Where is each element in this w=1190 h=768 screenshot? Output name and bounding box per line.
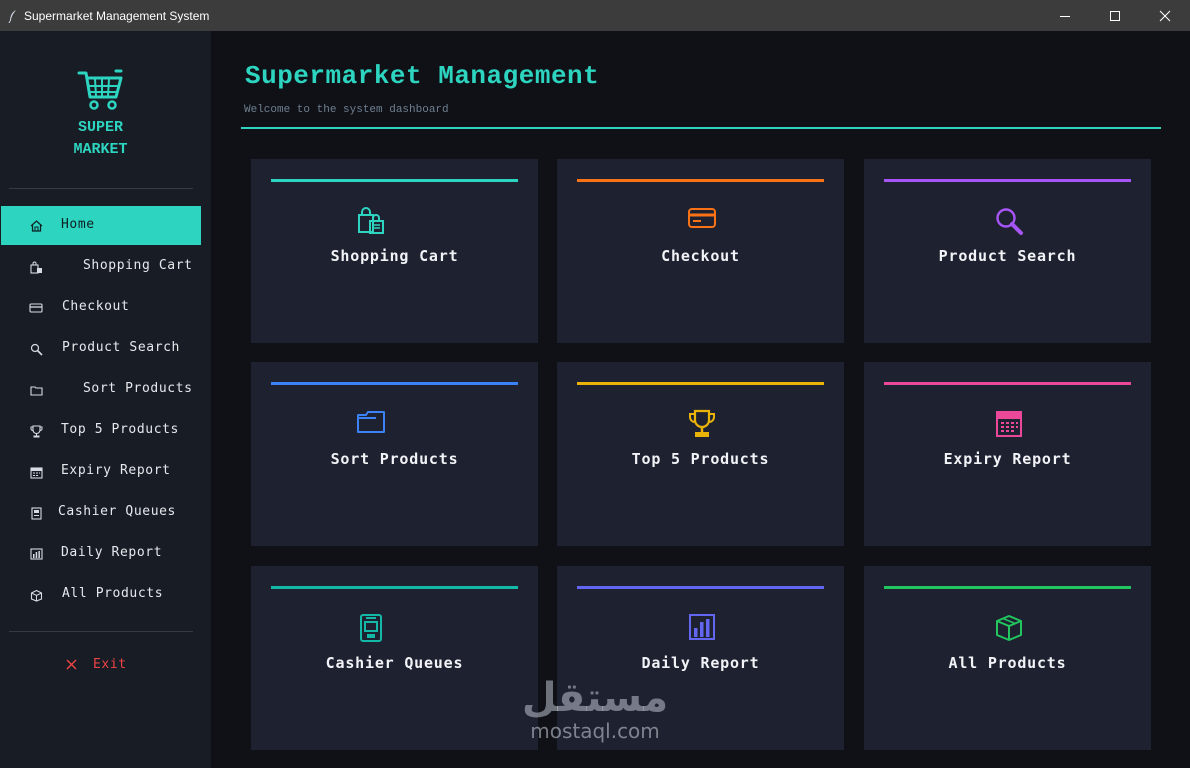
folder-icon (251, 409, 491, 435)
exit-button[interactable]: Exit (66, 657, 127, 672)
card-accent-bar (884, 382, 1131, 385)
sidebar-item-label: Cashier Queues (58, 504, 176, 519)
sidebar-item-label: Checkout (62, 299, 130, 314)
credit-card-icon (582, 206, 822, 230)
card-expiry-report[interactable]: Expiry Report (864, 362, 1151, 546)
page-subtitle: Welcome to the system dashboard (244, 104, 449, 116)
card-label: Cashier Queues (325, 654, 464, 672)
calendar-icon (889, 409, 1129, 439)
shopping-cart-logo-icon (77, 69, 122, 110)
card-label: Sort Products (330, 450, 459, 468)
bar-chart-icon (29, 547, 43, 561)
sidebar-item-label: Shopping Cart (83, 258, 193, 273)
box-icon (889, 613, 1129, 643)
card-label: Expiry Report (943, 450, 1072, 468)
maximize-button[interactable] (1090, 0, 1140, 31)
atm-icon (251, 613, 491, 643)
trophy-icon (582, 409, 822, 439)
card-label: Top 5 Products (631, 450, 770, 468)
page-title: Supermarket Management (245, 61, 600, 91)
sidebar-item-cashier-queues[interactable]: Cashier Queues (1, 493, 201, 532)
card-accent-bar (884, 586, 1131, 589)
trophy-icon (29, 424, 43, 438)
sidebar-item-product-search[interactable]: Product Search (1, 329, 201, 368)
folder-icon (29, 383, 43, 397)
card-label: Daily Report (641, 654, 760, 672)
minimize-icon (1060, 15, 1070, 17)
sidebar: SUPER MARKET Home Shopping Cart Checkout… (0, 31, 211, 768)
card-top-5-products[interactable]: Top 5 Products (557, 362, 844, 546)
sidebar-item-home[interactable]: Home (1, 206, 201, 245)
card-sort-products[interactable]: Sort Products (251, 362, 538, 546)
window-titlebar: Supermarket Management System (0, 0, 1190, 31)
bar-chart-icon (582, 613, 822, 641)
close-icon (1159, 10, 1171, 21)
sidebar-item-label: Home (61, 217, 95, 232)
sidebar-item-checkout[interactable]: Checkout (1, 288, 201, 327)
sidebar-item-label: All Products (62, 586, 164, 601)
card-accent-bar (271, 179, 518, 182)
shopping-bags-icon (29, 260, 43, 274)
sidebar-item-shopping-cart[interactable]: Shopping Cart (1, 247, 201, 286)
sidebar-item-sort-products[interactable]: Sort Products (1, 370, 201, 409)
card-label: Checkout (661, 247, 740, 265)
card-daily-report[interactable]: Daily Report (557, 566, 844, 750)
card-accent-bar (577, 179, 824, 182)
box-icon (29, 588, 43, 602)
atm-icon (29, 506, 43, 520)
card-label: Shopping Cart (330, 247, 459, 265)
magnifier-icon (29, 342, 43, 356)
sidebar-item-top-5-products[interactable]: Top 5 Products (1, 411, 201, 450)
window-title: Supermarket Management System (24, 8, 210, 23)
logo-text: SUPER MARKET (73, 119, 128, 158)
card-label: Product Search (938, 247, 1077, 265)
card-accent-bar (577, 382, 824, 385)
sidebar-item-expiry-report[interactable]: Expiry Report (1, 452, 201, 491)
magnifier-icon (889, 206, 1129, 236)
card-accent-bar (884, 179, 1131, 182)
card-checkout[interactable]: Checkout (557, 159, 844, 343)
sidebar-divider-top (9, 188, 193, 189)
sidebar-item-label: Sort Products (83, 381, 193, 396)
close-x-icon (66, 659, 77, 670)
sidebar-item-all-products[interactable]: All Products (1, 575, 201, 614)
sidebar-item-label: Daily Report (61, 545, 163, 560)
card-cashier-queues[interactable]: Cashier Queues (251, 566, 538, 750)
card-label: All Products (948, 654, 1067, 672)
sidebar-item-label: Product Search (62, 340, 180, 355)
feather-icon (4, 9, 22, 23)
credit-card-icon (29, 301, 43, 315)
card-product-search[interactable]: Product Search (864, 159, 1151, 343)
exit-label: Exit (93, 657, 127, 672)
card-shopping-cart[interactable]: Shopping Cart (251, 159, 538, 343)
maximize-icon (1110, 10, 1120, 21)
home-icon (29, 219, 43, 233)
sidebar-item-daily-report[interactable]: Daily Report (1, 534, 201, 573)
sidebar-logo: SUPER MARKET (0, 67, 201, 161)
shopping-bags-icon (251, 206, 491, 236)
minimize-button[interactable] (1040, 0, 1090, 31)
card-accent-bar (271, 382, 518, 385)
calendar-icon (29, 465, 43, 479)
header-divider (241, 127, 1161, 129)
card-accent-bar (577, 586, 824, 589)
card-accent-bar (271, 586, 518, 589)
close-button[interactable] (1140, 0, 1190, 31)
sidebar-item-label: Top 5 Products (61, 422, 179, 437)
sidebar-divider-bottom (9, 631, 193, 632)
sidebar-item-label: Expiry Report (61, 463, 171, 478)
card-all-products[interactable]: All Products (864, 566, 1151, 750)
